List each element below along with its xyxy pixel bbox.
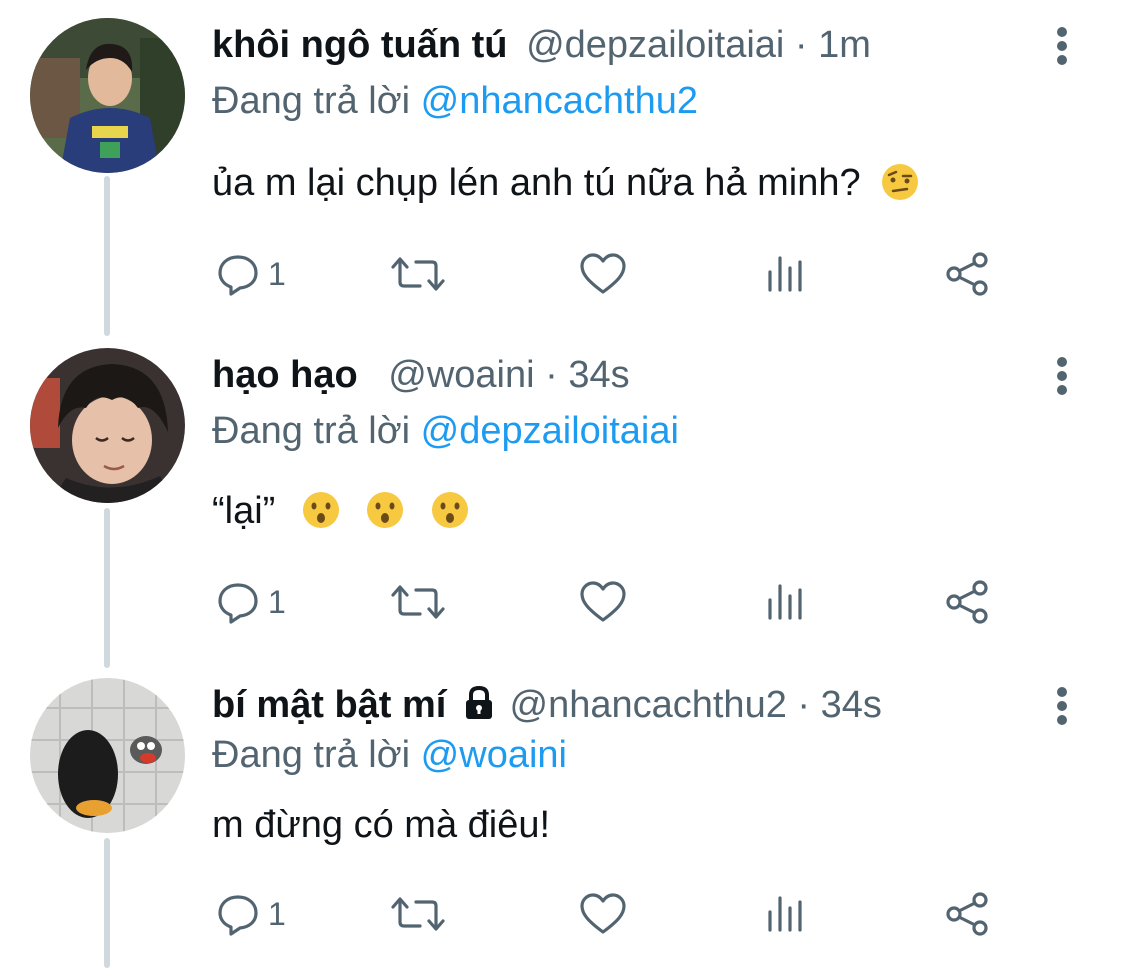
tweet[interactable]: khôi ngô tuấn tú @depzailoitaiai · 1m Đa… [0, 18, 1125, 328]
views-button[interactable] [766, 574, 806, 630]
timestamp[interactable]: 34s [821, 684, 882, 726]
bar-chart-icon [768, 584, 802, 620]
like-button[interactable] [578, 886, 628, 942]
tweet-header: hạo hạo @woaini · 34s [212, 352, 630, 398]
speech-bubble-icon [218, 895, 258, 936]
replying-prefix: Đang trả lời [212, 80, 411, 122]
reply-button[interactable]: 1 [216, 246, 286, 302]
tweet-actions: 1 [212, 246, 1012, 302]
user-handle[interactable]: @depzailoitaiai [526, 24, 784, 66]
timestamp[interactable]: 1m [818, 24, 871, 66]
hushed-face-emoji-icon [302, 492, 339, 528]
mention-link[interactable]: @woaini [421, 734, 567, 776]
face-with-raised-eyebrow-emoji-icon [882, 164, 919, 200]
reply-button[interactable]: 1 [216, 574, 286, 630]
tweet-header: khôi ngô tuấn tú @depzailoitaiai · 1m [212, 22, 871, 68]
share-icon [946, 892, 988, 936]
tweet-text-content: ủa m lại chụp lén anh tú nữa hả minh? [212, 162, 861, 204]
avatar[interactable] [30, 678, 185, 833]
retweet-icon [391, 585, 445, 619]
mention-link[interactable]: @depzailoitaiai [421, 410, 679, 452]
reply-button[interactable]: 1 [216, 886, 286, 942]
display-name[interactable]: khôi ngô tuấn tú [212, 24, 508, 66]
heart-icon [580, 893, 626, 934]
replying-to: Đang trả lời @woaini [212, 732, 567, 778]
vertical-dots-icon[interactable] [1047, 356, 1077, 396]
separator-dot: · [545, 354, 569, 396]
tweet-text: ủa m lại chụp lén anh tú nữa hả minh? [212, 160, 919, 206]
tweet-actions: 1 [212, 886, 1012, 942]
avatar[interactable] [30, 348, 185, 503]
share-button[interactable] [944, 886, 990, 942]
reply-count: 1 [268, 255, 286, 292]
display-name[interactable]: bí mật bật mí [212, 684, 446, 726]
share-icon [946, 580, 988, 624]
vertical-dots-icon[interactable] [1047, 26, 1077, 66]
replying-prefix: Đang trả lời [212, 410, 411, 452]
vertical-dots-icon[interactable] [1047, 686, 1077, 726]
retweet-icon [391, 257, 445, 291]
like-button[interactable] [578, 574, 628, 630]
hushed-face-emoji-icon [432, 492, 469, 528]
replying-to: Đang trả lời @depzailoitaiai [212, 408, 679, 454]
tweet[interactable]: hạo hạo @woaini · 34s Đang trả lời @depz… [0, 348, 1125, 658]
bar-chart-icon [768, 896, 802, 932]
lock-icon [463, 685, 495, 732]
reply-count: 1 [268, 583, 286, 620]
heart-icon [580, 581, 626, 622]
reply-count: 1 [268, 895, 286, 932]
tweet-text-content: m đừng có mà điêu! [212, 804, 551, 846]
tweet-text-content: “lại” [212, 490, 276, 532]
tweet-actions: 1 [212, 574, 1012, 630]
avatar-photo [30, 348, 185, 503]
mention-link[interactable]: @nhancachthu2 [421, 80, 698, 122]
avatar-photo [30, 18, 185, 173]
share-button[interactable] [944, 574, 990, 630]
heart-icon [580, 253, 626, 294]
retweet-icon [391, 897, 445, 931]
replying-to: Đang trả lời @nhancachthu2 [212, 78, 698, 124]
views-button[interactable] [766, 886, 806, 942]
timestamp[interactable]: 34s [568, 354, 629, 396]
tweet-header: bí mật bật mí @nhancachthu2 · 34s [212, 682, 882, 732]
like-button[interactable] [578, 246, 628, 302]
speech-bubble-icon [218, 255, 258, 296]
avatar[interactable] [30, 18, 185, 173]
retweet-button[interactable] [390, 574, 446, 630]
user-handle[interactable]: @nhancachthu2 [510, 684, 787, 726]
hushed-face-emoji-icon [367, 492, 404, 528]
retweet-button[interactable] [390, 246, 446, 302]
speech-bubble-icon [218, 583, 258, 624]
retweet-button[interactable] [390, 886, 446, 942]
separator-dot: · [794, 24, 819, 66]
share-button[interactable] [944, 246, 990, 302]
tweet-text: “lại” [212, 488, 469, 534]
tweet-text: m đừng có mà điêu! [212, 802, 550, 848]
avatar-photo [30, 678, 185, 833]
display-name[interactable]: hạo hạo [212, 354, 358, 396]
tweet[interactable]: bí mật bật mí @nhancachthu2 · 34s Đang t… [0, 678, 1125, 968]
share-icon [946, 252, 988, 296]
bar-chart-icon [768, 256, 802, 292]
separator-dot: · [797, 684, 821, 726]
views-button[interactable] [766, 246, 806, 302]
user-handle[interactable]: @woaini [388, 354, 534, 396]
replying-prefix: Đang trả lời [212, 734, 411, 776]
